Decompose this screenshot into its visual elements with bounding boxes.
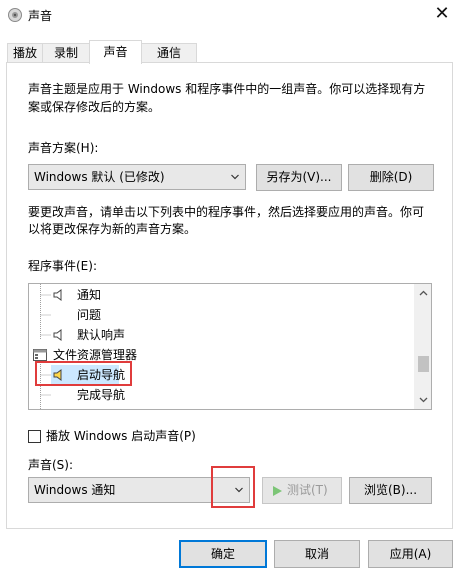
intro-text-line1: 声音主题是应用于 Windows 和程序事件中的一组声音。你可以选择现有方 <box>28 82 426 96</box>
tab-playback[interactable]: 播放 <box>7 43 43 63</box>
window-title: 声音 <box>28 9 53 23</box>
save-as-button[interactable]: 另存为(V)... <box>256 164 342 191</box>
chevron-down-icon <box>231 174 239 180</box>
tab-recording[interactable]: 录制 <box>42 43 90 63</box>
tab-sounds[interactable]: 声音 <box>89 40 142 64</box>
chevron-down-icon[interactable] <box>418 394 429 405</box>
sound-label: 声音(S): <box>28 458 74 472</box>
play-icon <box>273 486 282 496</box>
scheme-dropdown[interactable]: Windows 默认 (已修改) <box>28 164 246 190</box>
program-events-list[interactable]: 通知 问题 默认响声 文件资源管理器 启动导航 完成导航 <box>28 283 432 410</box>
title-bar: 声音 ✕ <box>0 0 460 30</box>
startup-sound-label: 播放 Windows 启动声音(P) <box>46 429 196 443</box>
highlight-box <box>35 361 132 386</box>
speaker-icon <box>53 329 62 341</box>
chevron-up-icon[interactable] <box>418 288 429 299</box>
highlight-box <box>211 466 255 508</box>
close-button[interactable]: ✕ <box>424 0 460 30</box>
instructions-line2: 以将更改保存为新的声音方案。 <box>28 222 197 236</box>
speaker-icon <box>8 8 22 22</box>
startup-sound-checkbox[interactable] <box>28 430 41 443</box>
apply-button[interactable]: 应用(A) <box>368 540 453 568</box>
events-label: 程序事件(E): <box>28 259 97 273</box>
scheme-value: Windows 默认 (已修改) <box>34 170 165 184</box>
events-scrollbar[interactable] <box>414 284 431 409</box>
delete-button[interactable]: 删除(D) <box>348 164 434 191</box>
test-button[interactable]: 测试(T) <box>262 477 342 504</box>
cancel-button[interactable]: 取消 <box>274 540 360 568</box>
close-icon: ✕ <box>434 3 450 24</box>
scheme-label: 声音方案(H): <box>28 141 99 155</box>
tab-communications[interactable]: 通信 <box>141 43 197 63</box>
ok-button[interactable]: 确定 <box>179 540 267 568</box>
intro-text-line2: 案或保存修改后的方案。 <box>28 100 161 114</box>
browse-button[interactable]: 浏览(B)... <box>349 477 432 504</box>
speaker-icon <box>53 289 62 301</box>
sound-value: Windows 通知 <box>34 483 116 497</box>
explorer-icon <box>33 349 47 361</box>
scrollbar-thumb[interactable] <box>418 356 429 372</box>
